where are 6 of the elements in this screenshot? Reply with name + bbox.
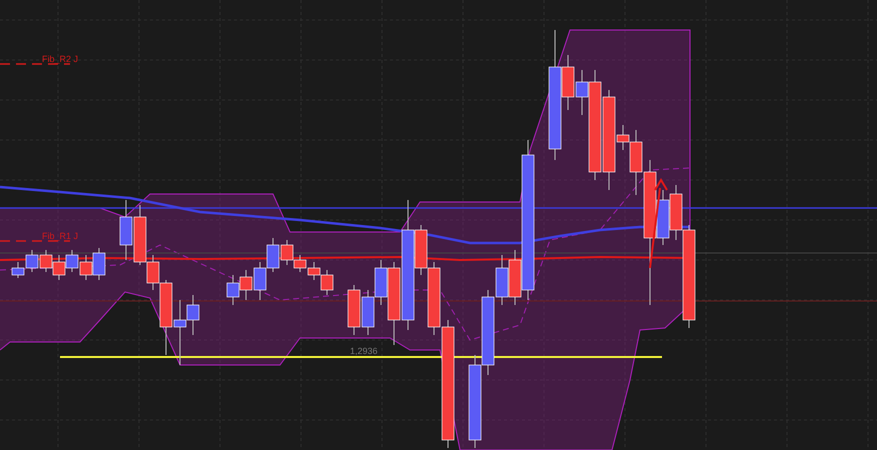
arrow-icon xyxy=(649,178,668,269)
price-label: 1,2936 xyxy=(350,346,378,356)
fibonacci-level-line xyxy=(0,63,70,65)
fibonacci-level-line xyxy=(0,240,70,242)
fibonacci-level-label: Fib_R1 J xyxy=(42,231,78,241)
fibonacci-level-label: Fib_R2 J xyxy=(42,54,78,64)
